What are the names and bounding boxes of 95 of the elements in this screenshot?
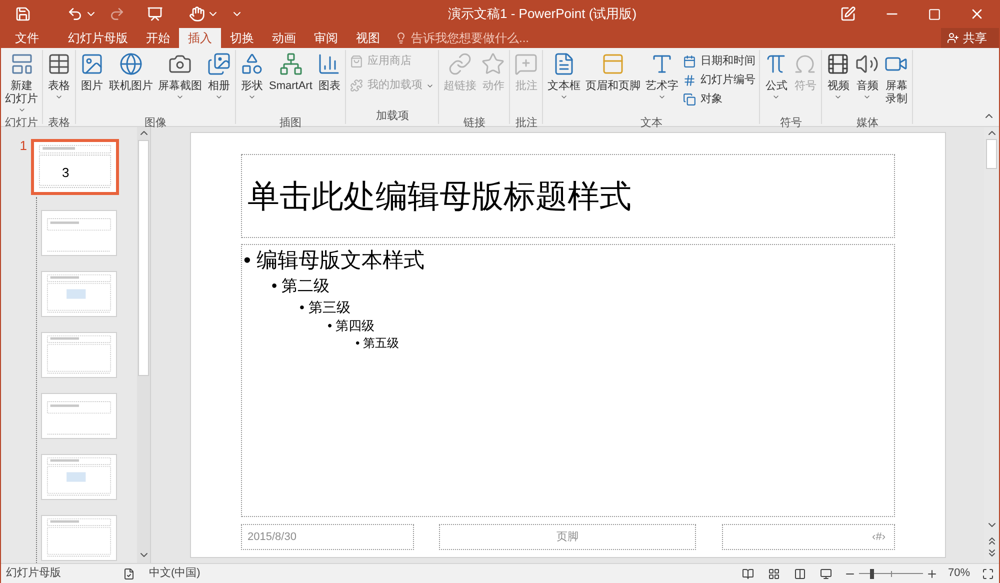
bullet-text: • 第二级 [272,276,330,297]
language-status[interactable]: 中文(中国) [149,565,200,582]
group-label: 表格 [47,116,71,131]
ribbon-button[interactable]: 新建 幻灯片 [3,50,40,116]
slide-number: 3 [62,166,70,179]
picture-icon [80,52,104,76]
bullet-text: • 第四级 [328,317,375,335]
group-label: 批注 [514,116,538,131]
diagram-icon [278,52,303,76]
proofing-icon[interactable] [123,568,135,580]
ribbon-button[interactable]: 图片 [78,50,106,116]
ribbon-button[interactable]: 屏幕截图 [156,50,204,116]
comment-icon [514,52,538,76]
group-label: 加载项 [374,109,410,124]
ribbon-button[interactable]: SmartArt [267,50,314,116]
ribbon-small-button[interactable]: 对象 [681,90,758,109]
ribbon-button[interactable]: 表格 [45,50,73,116]
undo-icon[interactable] [67,6,83,22]
group-label: 链接 [462,116,486,131]
puzzle-icon [350,79,364,92]
slideshow-view-icon[interactable] [820,568,832,580]
ribbon-tab[interactable]: 视图 [347,28,389,48]
header-footer-icon [600,52,625,76]
lightbulb-icon [395,32,407,44]
scroll-thumb[interactable] [138,140,149,376]
new-slide-icon [10,52,34,76]
group-label: 图像 [144,116,168,131]
ribbon-tab[interactable]: 文件 [1,28,53,48]
bullet-text: • 第三级 [300,298,350,317]
maximize-icon[interactable] [928,8,941,20]
scrollbar[interactable] [137,127,150,563]
normal-view-icon[interactable] [742,568,754,580]
zoom-slider-thumb[interactable] [870,568,874,578]
object-icon [683,93,696,106]
ribbon-button[interactable]: 公式 [762,50,790,116]
hash-icon [683,74,696,87]
store-icon [350,55,364,68]
ribbon-small-button[interactable]: 幻灯片编号 [681,71,758,90]
ribbon-button[interactable]: 艺术字 [643,50,680,116]
title-placeholder[interactable]: 单击此处编辑母版标题样式 [240,154,894,238]
slideshow-icon[interactable] [147,6,163,22]
group-label: 符号 [778,116,803,131]
album-icon [207,52,231,76]
bullet-text: • 编辑母版文本样式 [244,248,425,274]
ribbon-button[interactable]: 音频 [853,50,882,116]
touch-icon[interactable] [189,6,205,22]
group-label: 幻灯片 [4,116,39,131]
group-label: 插图 [278,116,303,131]
slide-thumbnail[interactable]: 3 [31,139,119,195]
zoom-level[interactable]: 70% [948,565,970,582]
calendar-icon [683,55,696,68]
window-title: 演示文稿1 - PowerPoint (试用版) [448,5,637,24]
date-text: 2015/8/30 [248,530,296,545]
ribbon-tab[interactable]: 插入 [179,28,221,48]
sorter-view-icon[interactable] [768,568,780,580]
ribbon-button[interactable]: 联机图片 [107,50,155,116]
body-placeholder[interactable]: • 编辑母版文本样式 • 第二级 • 第三级 • 第四级 • 第五级 [240,244,894,517]
shapes-icon [240,52,264,76]
bar-chart-icon [317,52,342,76]
ribbon-tab[interactable]: 动画 [263,28,305,48]
slide-title: 单击此处编辑母版标题样式 [248,177,632,216]
globe-picture-icon [119,52,143,76]
zoom-in-icon[interactable] [926,568,938,580]
save-icon[interactable] [15,6,31,22]
tell-me-field[interactable]: 告诉我您想要做什么... [395,28,551,48]
table-icon [47,52,71,76]
ribbon-button[interactable]: 形状 [238,50,266,116]
share-button[interactable]: 共享 [941,28,999,48]
scroll-thumb[interactable] [986,139,997,169]
group-label: 媒体 [855,116,880,131]
speaker-icon [855,52,880,76]
ribbon-button[interactable]: 文本框 [545,50,582,116]
ribbon-button[interactable]: 页眉和页脚 [583,50,642,116]
ribbon-display-icon[interactable] [840,6,856,22]
fit-slide-icon[interactable] [982,568,994,580]
ribbon-tab[interactable]: 开始 [137,28,179,48]
link-icon [448,52,472,76]
group-label: 文本 [639,116,664,131]
ribbon-button[interactable]: 相册 [205,50,233,116]
reading-view-icon[interactable] [794,568,806,580]
ribbon-button[interactable]: 屏幕 录制 [882,50,910,116]
slide-number-text: ‹#› [872,530,886,545]
slide-index: 1 [18,139,28,152]
ribbon-tab[interactable]: 幻灯片母版 [59,28,137,48]
bullet-text: • 第五级 [356,335,400,352]
ribbon-tab[interactable]: 审阅 [305,28,347,48]
share-icon [947,32,959,44]
ribbon-small-button[interactable]: 日期和时间 [681,52,758,71]
view-status: 幻灯片母版 [6,566,61,582]
ribbon-button[interactable]: 图表 [315,50,344,116]
ribbon-tab[interactable]: 切换 [221,28,263,48]
star-icon [481,52,506,76]
ribbon-button[interactable]: 视频 [824,50,852,116]
footer-text: 页脚 [556,530,578,545]
film-icon [826,52,850,76]
